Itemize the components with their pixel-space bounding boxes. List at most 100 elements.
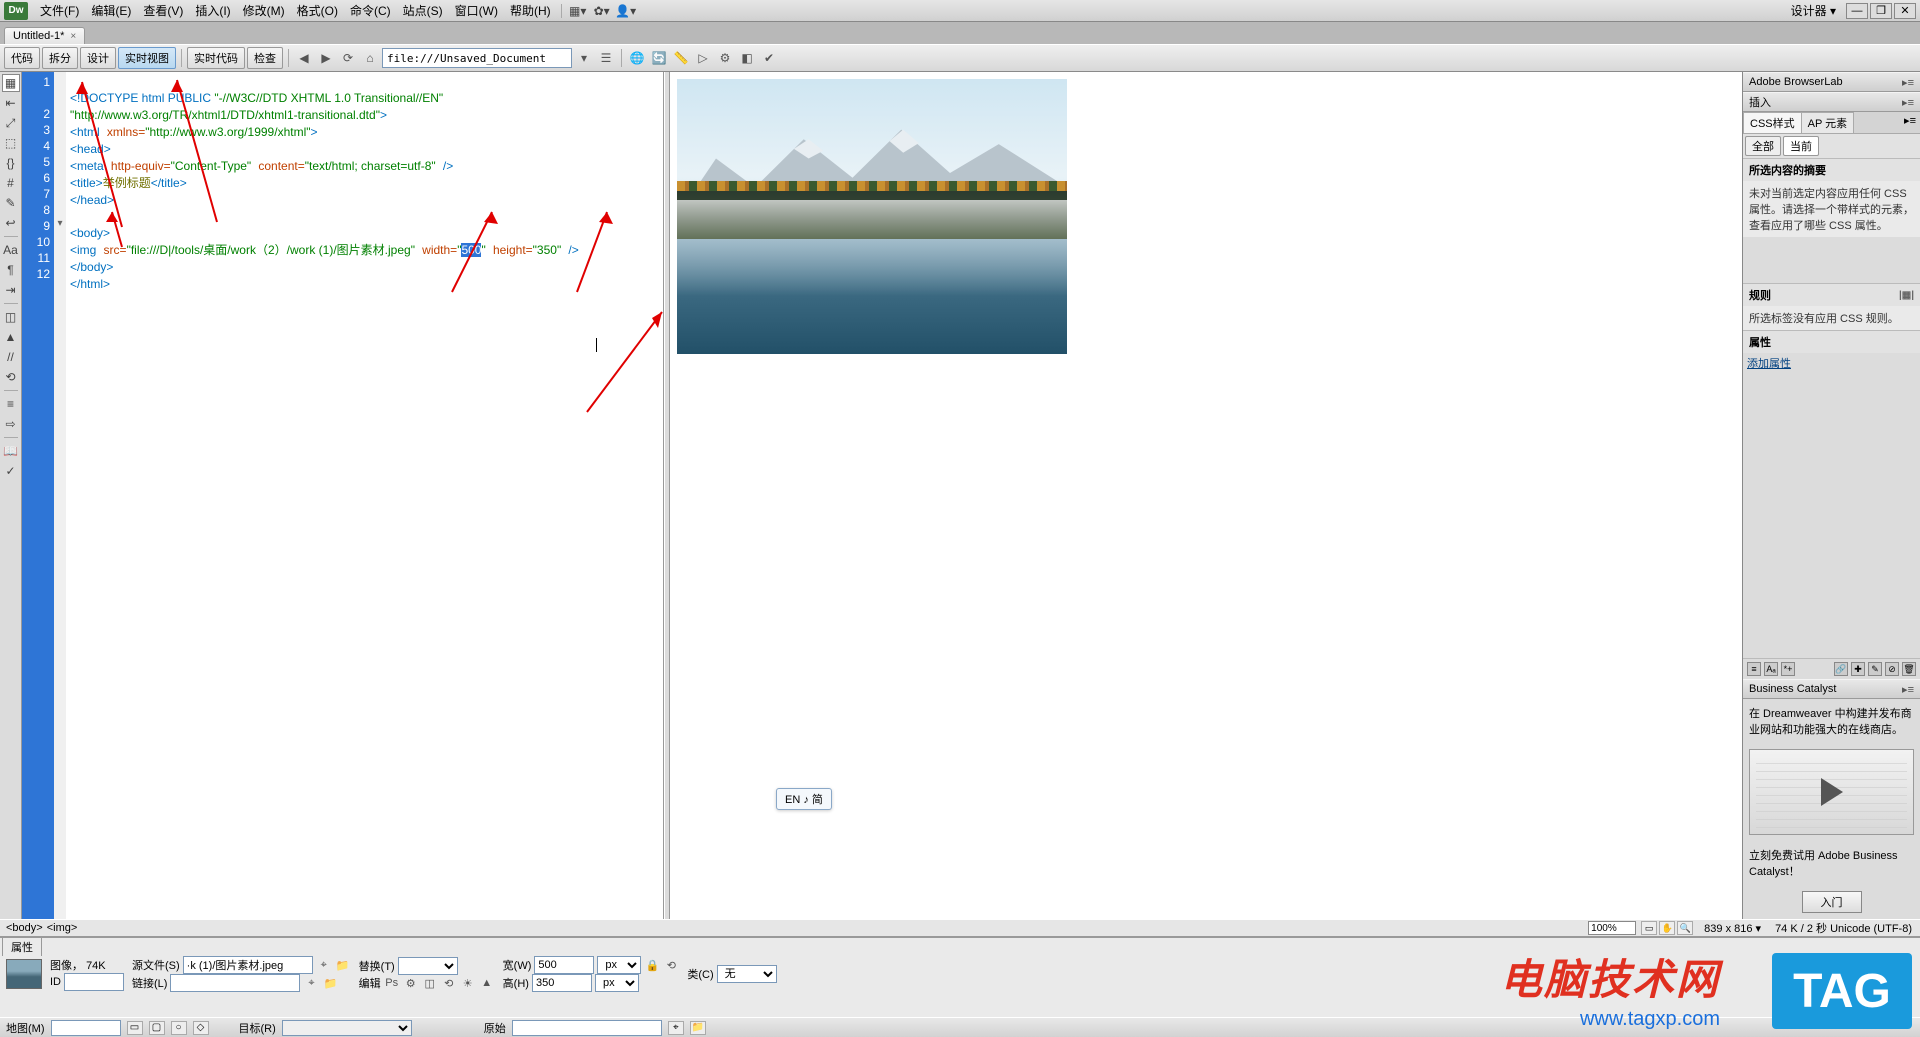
home-icon[interactable]: ⌂ — [360, 48, 380, 68]
zoom-tool-icon[interactable]: 🔍 — [1677, 921, 1693, 935]
tab-css-styles[interactable]: CSS样式 — [1743, 112, 1802, 133]
lock-icon[interactable]: 🔒 — [644, 957, 660, 973]
height-field[interactable] — [532, 974, 592, 992]
comment-icon[interactable]: // — [2, 348, 20, 366]
address-dropdown-icon[interactable]: ▾ — [574, 48, 594, 68]
window-maximize[interactable]: ❐ — [1870, 3, 1892, 19]
css-all-button[interactable]: 全部 — [1745, 136, 1781, 156]
workspace-switcher[interactable]: 设计器 ▾ — [1783, 0, 1844, 21]
orig-field[interactable] — [512, 1020, 662, 1036]
window-minimize[interactable]: — — [1846, 3, 1868, 19]
crumb-body[interactable]: <body> — [4, 922, 45, 934]
point-to-file-icon[interactable]: ⌖ — [303, 975, 319, 991]
show-list-icon[interactable]: Aₐ — [1764, 662, 1778, 676]
fold-column[interactable]: ▾ — [54, 72, 66, 919]
id-field[interactable] — [64, 973, 124, 991]
edit-rule-icon[interactable]: ✎ — [1868, 662, 1882, 676]
document-tab-close[interactable]: × — [70, 31, 76, 42]
user-icon[interactable]: 👤▾ — [617, 3, 635, 19]
view-design-button[interactable]: 设计 — [80, 47, 116, 69]
reset-size-icon[interactable]: ⟲ — [663, 957, 679, 973]
brightness-icon[interactable]: ☀ — [460, 975, 476, 991]
bc-start-button[interactable]: 入门 — [1802, 891, 1862, 913]
css-current-button[interactable]: 当前 — [1783, 136, 1819, 156]
crumb-img[interactable]: <img> — [45, 922, 80, 934]
layout-icon[interactable]: ▦▾ — [569, 3, 587, 19]
link-field[interactable] — [170, 974, 300, 992]
menu-view[interactable]: 查看(V) — [137, 0, 189, 21]
hand-tool-icon[interactable]: ✋ — [1659, 921, 1675, 935]
live-code-button[interactable]: 实时代码 — [187, 47, 245, 69]
bc-video-thumb[interactable] — [1749, 749, 1914, 835]
code-editor[interactable]: <!DOCTYPE html PUBLIC "-//W3C//DTD XHTML… — [66, 72, 663, 919]
menu-site[interactable]: 站点(S) — [397, 0, 449, 21]
forward-icon[interactable]: ▶ — [316, 48, 336, 68]
format-icon[interactable]: ≡ — [2, 395, 20, 413]
sharpen-icon[interactable]: ▲ — [479, 975, 495, 991]
point-to-file-icon[interactable]: ⌖ — [316, 957, 332, 973]
list-icon[interactable]: ☰ — [596, 48, 616, 68]
folder-icon[interactable]: 📁 — [335, 957, 351, 973]
map-field[interactable] — [51, 1020, 121, 1036]
zoom-field[interactable] — [1588, 921, 1636, 935]
folder-icon[interactable]: 📁 — [690, 1021, 706, 1035]
edit-settings-icon[interactable]: ⚙ — [403, 975, 419, 991]
rect-hotspot-icon[interactable]: ▢ — [149, 1021, 165, 1035]
ruler-icon[interactable]: 📏 — [671, 48, 691, 68]
ime-indicator[interactable]: EN ♪ 简 — [776, 788, 832, 810]
attach-css-icon[interactable]: 🔗 — [1834, 662, 1848, 676]
play-icon[interactable]: ▷ — [693, 48, 713, 68]
panel-business-catalyst[interactable]: Business Catalyst▸≡ — [1743, 679, 1920, 699]
delete-rule-icon[interactable]: 🗑 — [1902, 662, 1916, 676]
visual-aids-icon[interactable]: ◧ — [737, 48, 757, 68]
pointer-icon[interactable]: ▭ — [127, 1021, 143, 1035]
properties-tab[interactable]: 属性 — [2, 937, 42, 956]
select-tool-icon[interactable]: ▭ — [1641, 921, 1657, 935]
alt-field[interactable] — [398, 957, 458, 975]
panel-insert[interactable]: 插入▸≡ — [1743, 92, 1920, 112]
menu-file[interactable]: 文件(F) — [34, 0, 85, 21]
oval-hotspot-icon[interactable]: ○ — [171, 1021, 187, 1035]
panel-menu-icon[interactable]: ▸≡ — [1904, 114, 1916, 133]
check-icon[interactable]: ✔ — [759, 48, 779, 68]
reference-icon[interactable]: 📖 — [2, 442, 20, 460]
refresh-icon[interactable]: ⟳ — [338, 48, 358, 68]
indent-icon[interactable]: ⇨ — [2, 415, 20, 433]
inspect-button[interactable]: 检查 — [247, 47, 283, 69]
panel-browserlab[interactable]: Adobe BrowserLab▸≡ — [1743, 72, 1920, 92]
menu-insert[interactable]: 插入(I) — [189, 0, 236, 21]
line-numbers-icon[interactable]: # — [2, 174, 20, 192]
globe-icon[interactable]: 🌐 — [627, 48, 647, 68]
view-live-button[interactable]: 实时视图 — [118, 47, 176, 69]
add-property-link[interactable]: 添加属性 — [1747, 355, 1791, 371]
point-to-file-icon[interactable]: ⌖ — [668, 1021, 684, 1035]
disable-icon[interactable]: ⊘ — [1885, 662, 1899, 676]
recent-icon[interactable]: ⟲ — [2, 368, 20, 386]
target-field[interactable] — [282, 1020, 412, 1036]
hidden-chars-icon[interactable]: ¶ — [2, 261, 20, 279]
select-parent-icon[interactable]: ⬚ — [2, 134, 20, 152]
src-field[interactable] — [183, 956, 313, 974]
tab-ap-elements[interactable]: AP 元素 — [1801, 112, 1855, 133]
class-field[interactable]: 无 — [717, 965, 777, 983]
expand-icon[interactable]: ⤢ — [2, 114, 20, 132]
syntax-icon[interactable]: Aa — [2, 241, 20, 259]
back-icon[interactable]: ◀ — [294, 48, 314, 68]
menu-format[interactable]: 格式(O) — [291, 0, 344, 21]
panel-menu-icon[interactable]: ▸≡ — [1902, 96, 1914, 109]
view-split-button[interactable]: 拆分 — [42, 47, 78, 69]
crop-icon[interactable]: ◫ — [422, 975, 438, 991]
folder-icon[interactable]: 📁 — [322, 975, 338, 991]
auto-indent-icon[interactable]: ⇥ — [2, 281, 20, 299]
window-size[interactable]: 839 x 816 ▾ — [1700, 922, 1765, 935]
new-rule-icon[interactable]: ✚ — [1851, 662, 1865, 676]
panel-menu-icon[interactable]: ▸≡ — [1902, 76, 1914, 89]
menu-window[interactable]: 窗口(W) — [449, 0, 504, 21]
refresh2-icon[interactable]: 🔄 — [649, 48, 669, 68]
rules-mini-icon[interactable]: |▦| — [1899, 290, 1914, 301]
address-field[interactable] — [382, 48, 572, 68]
move-up-icon[interactable]: ▲ — [2, 328, 20, 346]
menu-edit[interactable]: 编辑(E) — [85, 0, 137, 21]
extend-icon[interactable]: ✿▾ — [593, 3, 611, 19]
validate-icon[interactable]: ✓ — [2, 462, 20, 480]
